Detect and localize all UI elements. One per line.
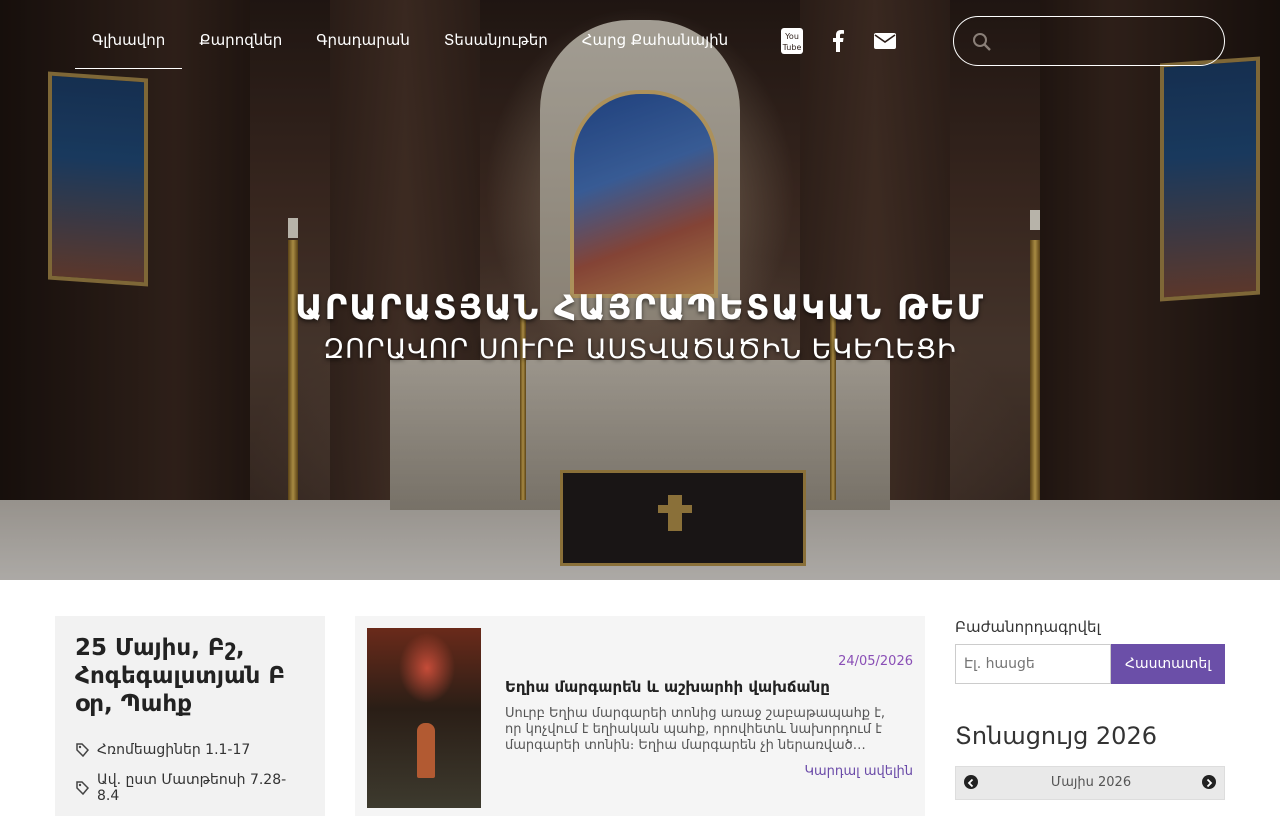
calendar-month: Մայիս 2026 [1050,775,1132,790]
nav-item-ask-priest[interactable]: Հարց Քահանային [565,16,745,68]
nav-item-sermons[interactable]: Քարոզներ [182,16,299,68]
envelope-icon[interactable] [873,26,897,56]
post-title[interactable]: Եղիա մարգարեն և աշխարհի վախճանը [505,678,830,696]
post-thumbnail[interactable] [367,628,481,808]
nav-item-library[interactable]: Գրադարան [299,16,427,68]
svg-text:You: You [784,32,799,41]
tag-icon [75,781,90,796]
email-field[interactable] [955,644,1111,684]
main-nav: Գլխավոր Քարոզներ Գրադարան Տեսանյութեր Հա… [75,16,745,70]
search-input[interactable] [1002,29,1206,55]
search-box[interactable] [953,16,1225,66]
post-card: 24/05/2026 Եղիա մարգարեն և աշխարհի վախճա… [355,616,925,816]
subscribe-button[interactable]: Հաստատել [1111,644,1225,684]
search-icon [972,32,992,52]
day-title: 25 Մայիս, Բշ, Հոգեգալստյան Բ օր, Պահք [75,635,286,717]
svg-text:Tube: Tube [782,43,802,52]
tag-icon [75,743,90,758]
calendar-title: Տոնացույց 2026 [955,722,1157,750]
reading-label: Հռոմեացիներ 1.1-17 [97,742,251,758]
today-card: 25 Մայիս, Բշ, Հոգեգալստյան Բ օր, Պահք Հռ… [55,616,325,816]
reading-item[interactable]: Հռոմեացիներ 1.1-17 [75,742,305,758]
subscribe-label: Բաժանորդագրվել [955,618,1101,636]
hero-title: ԱՐԱՐԱՏՅԱՆ ՀԱՅՐԱՊԵՏԱԿԱՆ ԹԵՄ [294,288,986,328]
reading-item[interactable]: Ավ. ըստ Մատթեոսի 7.28-8.4 [75,772,305,804]
hero-banner: ԱՐԱՐԱՏՅԱՆ ՀԱՅՐԱՊԵՏԱԿԱՆ ԹԵՄ ԶՈՐԱՎՈՐ ՍՈՒՐԲ… [0,0,1280,580]
youtube-icon[interactable]: You Tube [780,26,804,56]
calendar-header: Մայիս 2026 [955,766,1225,800]
hero-subtitle: ԶՈՐԱՎՈՐ ՍՈՒՐԲ ԱՍՏՎԱԾԱԾԻՆ ԵԿԵՂԵՑԻ [323,334,957,365]
post-excerpt: Սուրբ Եղիա մարգարեի տոնից առաջ շաբաթապահ… [505,706,886,753]
nav-item-videos[interactable]: Տեսանյութեր [427,16,565,68]
read-more-link[interactable]: Կարդալ ավելին [804,764,913,779]
facebook-icon[interactable] [828,26,848,56]
reading-label: Ավ. ըստ Մատթեոսի 7.28-8.4 [97,772,287,804]
nav-item-home[interactable]: Գլխավոր [75,16,183,69]
post-date: 24/05/2026 [838,654,913,669]
chevron-right-icon[interactable] [1202,775,1216,789]
figure-shape [417,723,435,778]
